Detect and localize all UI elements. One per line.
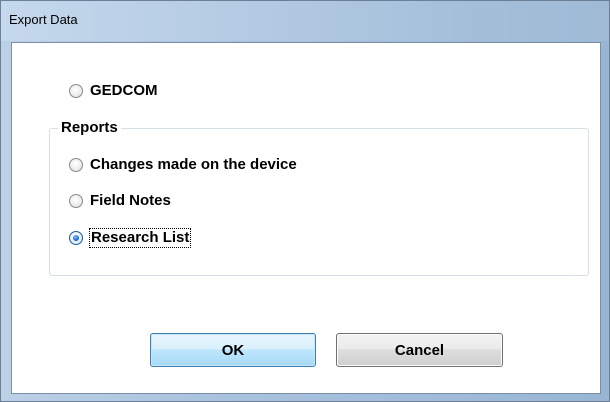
title-bar[interactable]: Export Data xyxy=(1,1,609,41)
research-list-option[interactable]: Research List xyxy=(69,228,192,248)
field-notes-radio[interactable] xyxy=(69,194,83,208)
window-title: Export Data xyxy=(9,12,78,27)
field-notes-label[interactable]: Field Notes xyxy=(90,192,171,210)
reports-group-label: Reports xyxy=(58,119,121,137)
changes-made-label[interactable]: Changes made on the device xyxy=(90,156,297,174)
gedcom-option[interactable]: GEDCOM xyxy=(69,81,158,101)
field-notes-option[interactable]: Field Notes xyxy=(69,191,171,211)
dialog-content: GEDCOM Reports Changes made on the devic… xyxy=(11,42,601,394)
export-data-dialog: Export Data GEDCOM Reports Changes made … xyxy=(0,0,610,402)
ok-button[interactable]: OK xyxy=(150,333,316,367)
gedcom-radio[interactable] xyxy=(69,84,83,98)
cancel-button[interactable]: Cancel xyxy=(336,333,503,367)
changes-made-radio[interactable] xyxy=(69,158,83,172)
gedcom-label[interactable]: GEDCOM xyxy=(90,82,158,100)
changes-made-option[interactable]: Changes made on the device xyxy=(69,155,297,175)
research-list-label[interactable]: Research List xyxy=(88,228,192,248)
research-list-radio[interactable] xyxy=(69,231,83,245)
